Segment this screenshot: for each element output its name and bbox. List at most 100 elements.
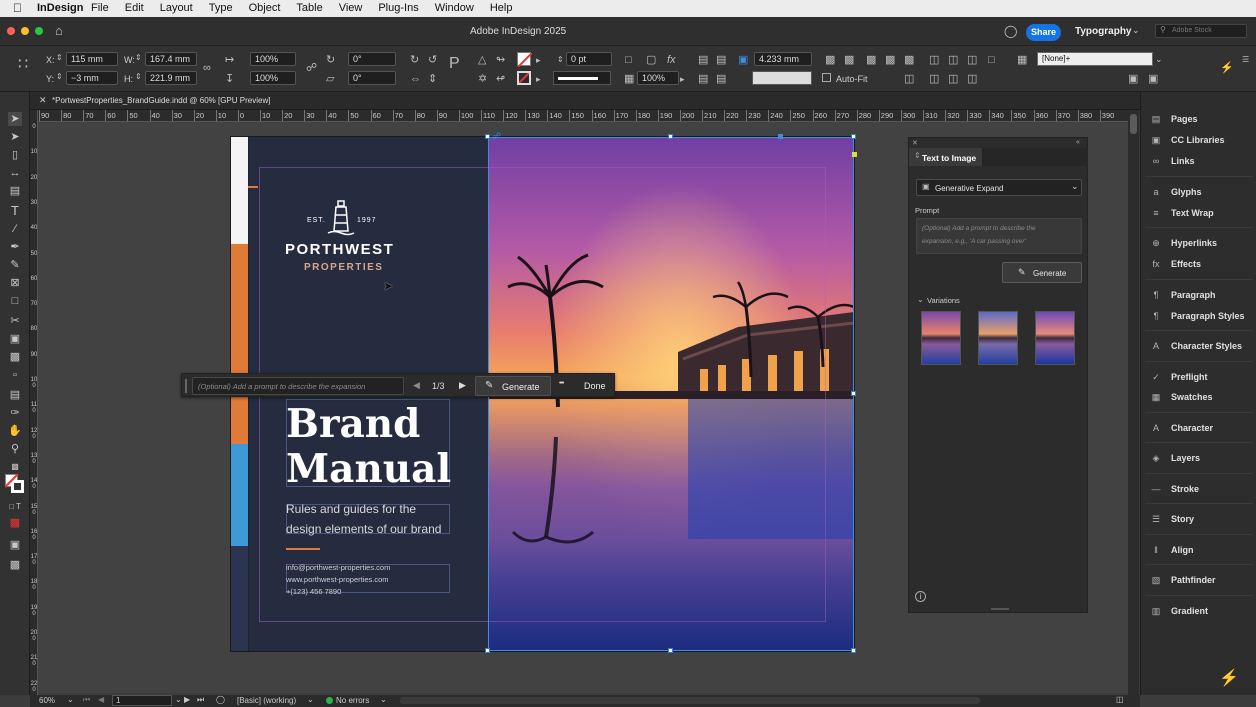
gap-tool-icon[interactable]: ↔ (8, 166, 22, 180)
app-menu[interactable]: InDesign (37, 2, 83, 14)
rectangle-frame-icon[interactable]: ⊠ (8, 276, 22, 290)
chevron-right-icon[interactable]: ▸ (536, 73, 541, 85)
gradient-feather-icon[interactable]: ▫ (8, 368, 22, 382)
variation-thumbnail-3[interactable] (1035, 311, 1075, 365)
next-page-icon[interactable]: ▶ (184, 695, 190, 704)
vertical-scrollbar[interactable] (1128, 110, 1139, 695)
distribute-center-icon[interactable]: ◫ (929, 73, 939, 85)
chevron-right-icon[interactable]: ▸ (680, 73, 685, 85)
corner-options-icon[interactable]: □ (625, 54, 632, 66)
panel-item-gradient[interactable]: ▥ Gradient (1149, 603, 1208, 619)
apply-none-icon[interactable]: ▩ (8, 516, 22, 530)
direct-selection-icon[interactable]: ➤ (8, 130, 22, 144)
select-next-icon[interactable]: ↬ (496, 54, 505, 66)
w-field[interactable]: 167.4 mm (145, 52, 197, 66)
panel-item-layers[interactable]: ◈ Layers (1149, 450, 1201, 466)
panel-item-preflight[interactable]: ✓ Preflight (1149, 369, 1207, 385)
align-center-icon[interactable]: ▤ (698, 73, 708, 85)
rectangle-tool-icon[interactable]: □ (8, 294, 22, 308)
done-button[interactable]: Done (584, 381, 606, 391)
default-colors-icon[interactable]: ▩ (8, 460, 22, 474)
selection-handle[interactable] (668, 134, 673, 139)
content-grabber-handle[interactable] (778, 134, 783, 139)
chevron-down-icon[interactable]: ⌄ (917, 295, 924, 304)
menu-plugins[interactable]: Plug-Ins (378, 2, 418, 14)
line-tool-icon[interactable]: ∕ (8, 222, 22, 236)
selection-handle[interactable] (851, 391, 856, 396)
variation-thumbnail-2[interactable] (978, 311, 1018, 365)
workspace-switcher[interactable]: Typography (1075, 26, 1131, 37)
align-left-icon[interactable]: ◫ (929, 54, 939, 66)
panel-item-effects[interactable]: fx Effects (1149, 256, 1201, 272)
horizontal-scrollbar[interactable] (400, 697, 980, 704)
fill-frame-icon[interactable]: ▩ (866, 54, 876, 66)
panel-item-text-wrap[interactable]: ≡ Text Wrap (1149, 205, 1213, 221)
menu-window[interactable]: Window (435, 2, 474, 14)
panel-menu-icon[interactable]: ☰ (1242, 54, 1249, 66)
autofit-checkbox[interactable] (822, 73, 831, 82)
menu-help[interactable]: Help (490, 2, 513, 14)
constrain-proportions-icon[interactable]: ∞ (203, 62, 211, 74)
close-window-button[interactable] (7, 27, 15, 35)
next-variation-icon[interactable]: ▶ (459, 380, 466, 391)
zoom-tool-icon[interactable]: ⚲ (8, 442, 22, 456)
expansion-prompt-input[interactable]: (Optional) Add a prompt to describe the … (192, 377, 404, 395)
distribute-left-icon[interactable]: ◫ (904, 73, 914, 85)
panel-item-stroke[interactable]: — Stroke (1149, 481, 1200, 497)
last-page-icon[interactable]: ⏭ (197, 695, 204, 705)
close-tab-icon[interactable]: ✕ (39, 95, 47, 106)
chevron-down-icon[interactable]: ⌄ (1155, 53, 1163, 65)
display-options-icon[interactable]: ▣ (1148, 73, 1158, 85)
content-collector-icon[interactable]: ▤ (8, 184, 22, 198)
stepper-icon[interactable]: ⇕ (135, 52, 142, 64)
open-preflight-icon[interactable]: ◯ (216, 695, 225, 704)
adobe-stock-search[interactable]: ⚲ Adobe Stock (1155, 24, 1247, 38)
flip-vertical-icon[interactable]: ⇕ (428, 73, 437, 85)
panel-item-character[interactable]: A Character (1149, 420, 1213, 436)
panel-item-links[interactable]: ∞ Links (1149, 153, 1195, 169)
stepper-icon[interactable]: ⇕ (56, 71, 63, 83)
pencil-tool-icon[interactable]: ✎ (8, 258, 22, 272)
document-tab[interactable]: *PortwestProperties_BrandGuide.indd @ 60… (52, 96, 270, 105)
rotate-field[interactable]: 0° (348, 52, 396, 66)
panel-item-pathfinder[interactable]: ▧ Pathfinder (1149, 572, 1216, 588)
chevron-down-icon[interactable]: ⌄ (67, 695, 74, 704)
shear-field[interactable]: 0° (348, 71, 396, 85)
stepper-icon[interactable]: ⇕ (557, 54, 564, 66)
prompt-textarea[interactable]: (Optional) Add a prompt to describe the … (916, 218, 1082, 254)
align-right-icon[interactable]: ◫ (967, 54, 977, 66)
scale-x-field[interactable]: 100% (250, 52, 296, 66)
select-container-icon[interactable]: △ (478, 54, 486, 66)
free-transform-icon[interactable]: ▣ (8, 332, 22, 346)
object-style-dropdown[interactable]: [None]+ (1037, 52, 1153, 66)
pen-tool-icon[interactable]: ✒ (8, 240, 22, 254)
panel-item-paragraph-styles[interactable]: ¶ Paragraph Styles (1149, 308, 1245, 324)
panel-item-swatches[interactable]: ▦ Swatches (1149, 389, 1213, 405)
chevron-down-icon[interactable]: ⌄ (307, 695, 314, 704)
home-icon[interactable]: ⌂ (55, 23, 63, 38)
close-panel-icon[interactable]: ✕ (912, 139, 918, 147)
scroll-thumb[interactable] (1130, 114, 1137, 134)
vertical-ruler[interactable]: 0 10 20 30 40 50 60 70 80 90 100 110 120 130 140 150 160… (30, 110, 38, 695)
menu-table[interactable]: Table (296, 2, 322, 14)
lightbulb-icon[interactable]: ◯ (1004, 24, 1017, 38)
split-view-icon[interactable]: ◫ (1116, 695, 1124, 704)
fill-stroke-swatch[interactable] (5, 474, 25, 494)
stepper-icon[interactable]: ⇕ (56, 52, 63, 64)
collapse-panel-icon[interactable]: « (1076, 139, 1080, 146)
menu-file[interactable]: File (91, 2, 109, 14)
gradient-swatch-icon[interactable]: ▩ (8, 350, 22, 364)
scale-y-field[interactable]: 100% (250, 71, 296, 85)
chevron-down-icon[interactable]: ⌄ (380, 695, 387, 704)
content-aware-fit-icon[interactable]: ▩ (904, 54, 914, 66)
info-icon[interactable]: i (915, 591, 926, 602)
selection-handle[interactable] (485, 134, 490, 139)
stepper-icon[interactable]: ⇕ (135, 71, 142, 83)
x-field[interactable]: 115 mm (66, 52, 118, 66)
panel-item-hyperlinks[interactable]: ⊕ Hyperlinks (1149, 235, 1217, 251)
selection-tool-icon[interactable]: ➤ (8, 112, 22, 126)
share-button[interactable]: Share (1026, 24, 1061, 41)
horizontal-ruler[interactable]: 90 80 70 60 50 40 30 20 10 0 10 20 30 40 50 60 70 80 90 100… (38, 110, 1128, 122)
zoom-level[interactable]: 60% (39, 696, 55, 705)
preflight-profile[interactable]: [Basic] (working) (237, 696, 296, 705)
